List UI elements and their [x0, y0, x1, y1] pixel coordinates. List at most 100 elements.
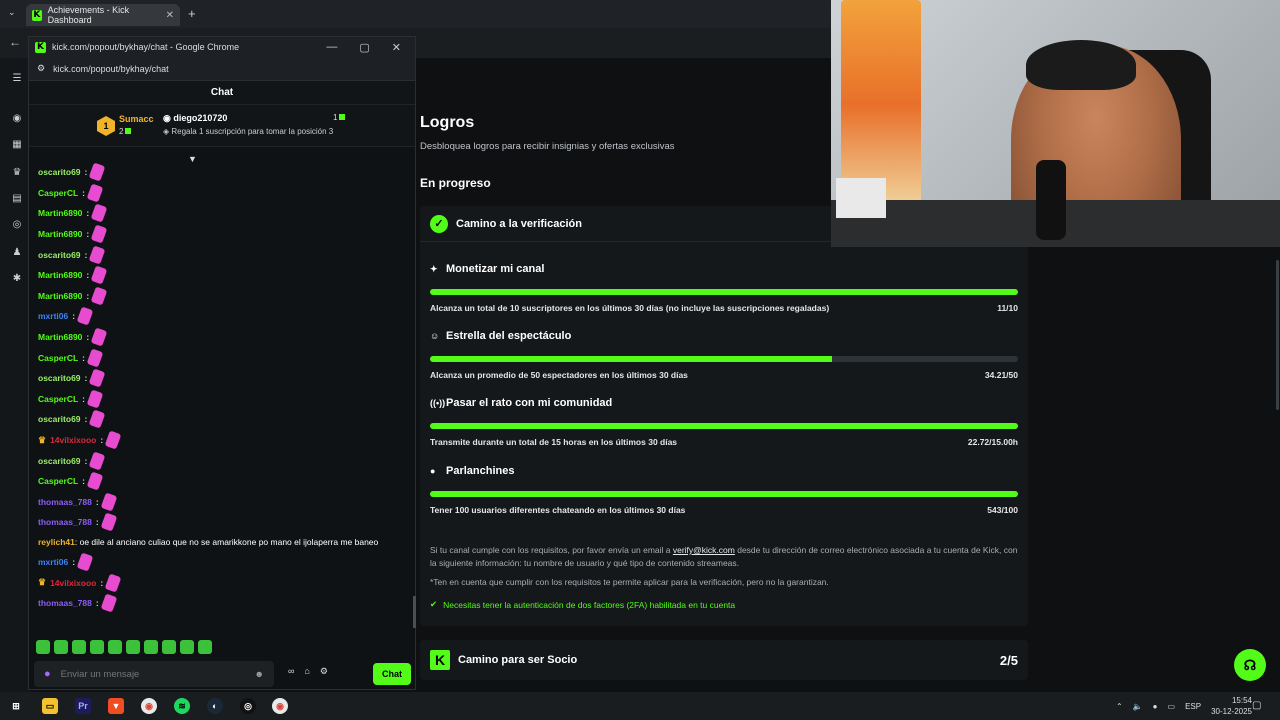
chat-input[interactable] — [60, 668, 245, 680]
chat-username[interactable]: Martin6890 — [38, 208, 82, 218]
chevron-up-icon[interactable]: ⌃ — [1116, 702, 1123, 711]
language-indicator[interactable]: ESP — [1185, 702, 1201, 711]
speaker-icon[interactable]: 🔈 — [1133, 702, 1143, 711]
leaderboard-user-1[interactable]: Sumacc — [119, 114, 154, 124]
emote-icon — [76, 552, 94, 572]
chat-messages: oscarito69: CasperCL: Martin6890: Martin689… — [38, 162, 398, 613]
close-button[interactable]: ✕ — [392, 41, 401, 54]
chat-username[interactable]: Martin6890 — [38, 270, 82, 280]
chat-username[interactable]: CasperCL — [38, 394, 78, 404]
chat-username[interactable]: Martin6890 — [38, 229, 82, 239]
chat-message: Martin6890: — [38, 286, 398, 307]
chat-username[interactable]: mxrti06 — [38, 311, 68, 321]
tab-achievements[interactable]: K Achievements - Kick Dashboard ✕ — [26, 4, 180, 26]
chat-username[interactable]: Martin6890 — [38, 291, 82, 301]
store-icon[interactable]: ⌂ — [304, 666, 309, 677]
chat-username[interactable]: CasperCL — [38, 188, 78, 198]
broadcast-icon[interactable]: ◉ — [10, 112, 24, 126]
network-icon[interactable]: ▭ — [1168, 702, 1176, 711]
chat-username[interactable]: CasperCL — [38, 476, 78, 486]
chat-username[interactable]: 14vilxixooo — [50, 435, 96, 445]
gear-icon[interactable]: ⚙ — [320, 666, 328, 677]
progress-fill — [430, 356, 833, 362]
help-chat-button[interactable]: ☊ — [1234, 649, 1266, 681]
popup-address-bar[interactable]: ⚙ kick.com/popout/bykhay/chat — [29, 57, 415, 81]
send-chat-button[interactable]: Chat — [373, 663, 411, 685]
dashboard-sidebar: ☰ ◉ ▦ ♛ ▤ ◎ ♟ ✱ — [0, 58, 30, 692]
microphone-icon[interactable]: ● — [44, 668, 51, 680]
notifications-icon[interactable]: ▢ — [1252, 700, 1261, 711]
emote-icon[interactable] — [198, 640, 212, 654]
chat-username[interactable]: thomaas_788 — [38, 598, 92, 608]
chat-separator: : — [100, 577, 104, 588]
steam-icon[interactable]: ◐ — [207, 698, 223, 714]
chat-username[interactable]: mxrti06 — [38, 557, 68, 567]
partner-card[interactable]: K Camino para ser Socio 2/5 — [420, 640, 1028, 680]
chat-username[interactable]: oscarito69 — [38, 414, 81, 424]
emote-icon[interactable] — [162, 640, 176, 654]
emote-icon[interactable] — [90, 640, 104, 654]
chat-username[interactable]: 14vilxixooo — [50, 578, 96, 588]
file-explorer-icon[interactable]: ▭ — [42, 698, 58, 714]
premiere-icon[interactable]: Pr — [75, 698, 91, 714]
spotify-icon[interactable]: ≋ — [174, 698, 190, 714]
emote-icon — [90, 286, 108, 306]
moderation-icon[interactable]: ◎ — [10, 218, 24, 232]
community-icon[interactable]: ▤ — [10, 192, 24, 206]
verification-title: Camino a la verificación — [456, 217, 582, 230]
new-tab-button[interactable]: + — [188, 6, 196, 21]
chat-username[interactable]: oscarito69 — [38, 456, 81, 466]
windows-start-icon[interactable]: ⊞ — [8, 698, 24, 714]
chrome-icon[interactable]: ◉ — [141, 698, 157, 714]
chat-message: CasperCL: — [38, 389, 398, 410]
chrome-icon[interactable]: ◉ — [272, 698, 288, 714]
settings-icon[interactable]: ✱ — [10, 272, 24, 286]
chat-username[interactable]: Martin6890 — [38, 332, 82, 342]
chat-separator: : — [84, 414, 88, 425]
chat-scrollbar[interactable] — [413, 596, 416, 628]
users-icon[interactable]: ♟ — [10, 246, 24, 260]
back-arrow-icon[interactable]: ← — [9, 35, 21, 49]
popup-titlebar[interactable]: K kick.com/popout/bykhay/chat - Google C… — [29, 37, 415, 57]
emote-icon[interactable] — [36, 640, 50, 654]
microphone-icon[interactable]: ● — [1153, 702, 1158, 711]
tab-list-button[interactable]: ⌄ — [8, 7, 16, 18]
emote-icon[interactable] — [72, 640, 86, 654]
chat-username[interactable]: oscarito69 — [38, 250, 81, 260]
twofa-text: Necesitas tener la autenticación de dos … — [443, 599, 736, 610]
page-scrollbar[interactable] — [1276, 260, 1279, 410]
maximize-button[interactable]: ▢ — [359, 41, 369, 54]
sparkle-icon: ✦ — [430, 263, 438, 274]
clock[interactable]: 15:54 30-12-2025 — [1211, 695, 1252, 717]
tab-close-icon[interactable]: ✕ — [166, 10, 174, 21]
emoji-icon[interactable]: ☻ — [255, 669, 264, 679]
trophy-icon[interactable]: ♛ — [10, 166, 24, 180]
chat-username[interactable]: CasperCL — [38, 353, 78, 363]
page-title: Logros — [420, 114, 475, 131]
verification-info: Si tu canal cumple con los requisitos, p… — [430, 544, 1020, 570]
minimize-button[interactable]: — — [326, 41, 337, 54]
leaderboard-user-2[interactable]: ◉ diego210720 — [163, 113, 227, 124]
kick-favicon-icon: K — [35, 41, 46, 53]
site-info-icon[interactable]: ⚙ — [37, 63, 45, 74]
emote-icon[interactable] — [144, 640, 158, 654]
system-tray: ⌃ 🔈 ● ▭ ESP 15:54 30-12-2025 — [1116, 692, 1252, 720]
chat-username[interactable]: reylich41 — [38, 537, 75, 547]
points-icon[interactable]: ∞ — [288, 666, 294, 677]
chat-username[interactable]: thomaas_788 — [38, 497, 92, 507]
emote-icon[interactable] — [180, 640, 194, 654]
chat-username[interactable]: thomaas_788 — [38, 517, 92, 527]
chat-separator: : — [84, 455, 88, 466]
emote-icon[interactable] — [54, 640, 68, 654]
brave-icon[interactable]: ▼ — [108, 698, 124, 714]
emote-icon[interactable] — [108, 640, 122, 654]
verify-email-link[interactable]: verify@kick.com — [673, 545, 735, 555]
menu-icon[interactable]: ☰ — [10, 72, 24, 86]
chat-message: thomaas_788: — [38, 593, 398, 614]
analytics-icon[interactable]: ▦ — [10, 138, 24, 152]
emote-icon[interactable] — [126, 640, 140, 654]
obs-icon[interactable]: ◎ — [240, 698, 256, 714]
chat-username[interactable]: oscarito69 — [38, 373, 81, 383]
chat-message: Martin6890: — [38, 203, 398, 224]
chat-username[interactable]: oscarito69 — [38, 167, 81, 177]
